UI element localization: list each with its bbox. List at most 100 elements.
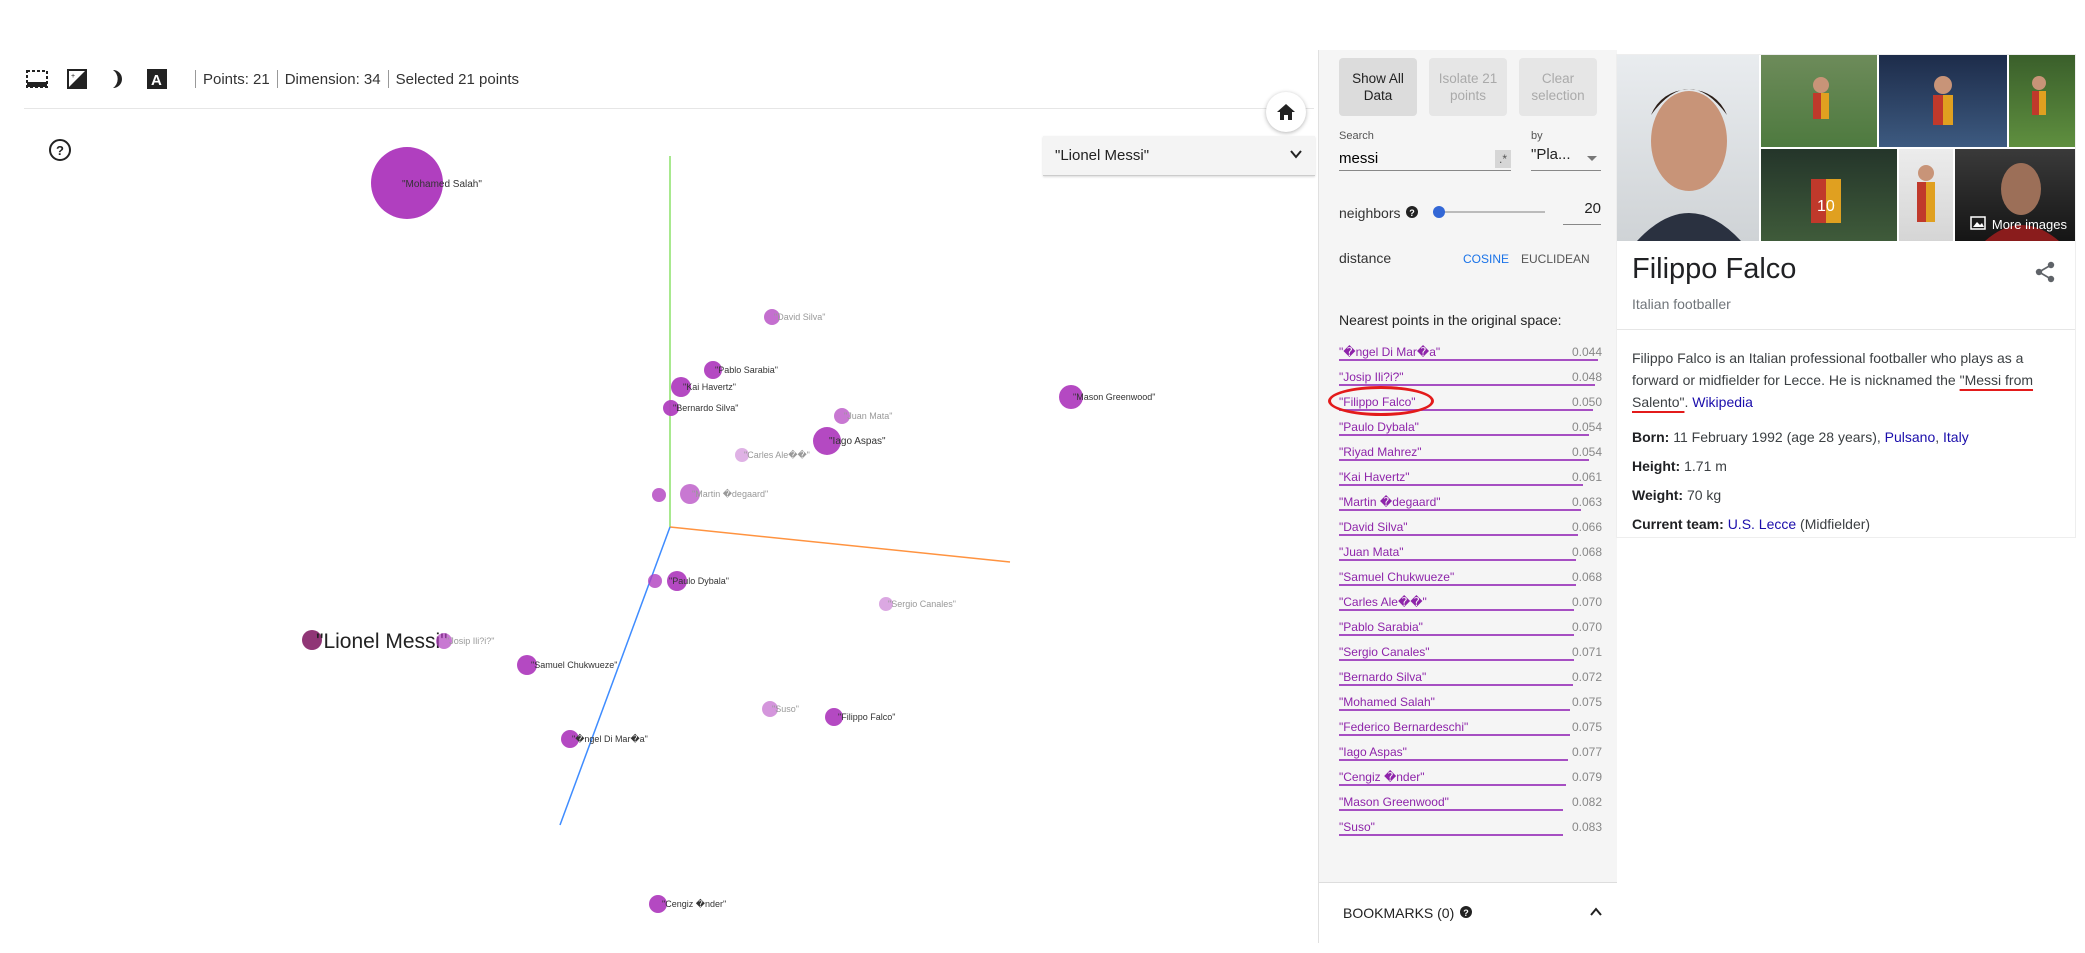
scene-point-group[interactable]: "Mohamed Salah" xyxy=(371,147,482,219)
neighbor-name[interactable]: "David Silva" xyxy=(1339,520,1408,534)
scene-point-group[interactable]: "Pablo Sarabia" xyxy=(704,361,778,379)
neighbor-row[interactable]: "Federico Bernardeschi" 0.075 xyxy=(1339,715,1602,740)
scene-point-group[interactable]: "Martin �degaard" xyxy=(680,484,768,504)
search-input[interactable] xyxy=(1339,146,1511,171)
team-link[interactable]: U.S. Lecce xyxy=(1728,516,1796,532)
neighbor-row[interactable]: "Mason Greenwood" 0.082 xyxy=(1339,790,1602,815)
image-icon xyxy=(1970,216,1986,233)
neighbor-name[interactable]: "Sergio Canales" xyxy=(1339,645,1430,659)
back-number-photo[interactable]: 10 xyxy=(1761,149,1897,241)
search-by-value: "Pla... xyxy=(1531,146,1571,163)
standing-photo[interactable] xyxy=(1899,149,1953,241)
more-images-link[interactable]: More images xyxy=(1970,216,2067,233)
regex-toggle-button[interactable]: .* xyxy=(1495,150,1511,168)
scene-point-label: "Samuel Chukwueze" xyxy=(531,660,617,670)
neighbor-name[interactable]: "Federico Bernardeschi" xyxy=(1339,720,1468,734)
help-icon[interactable]: ? xyxy=(1460,905,1473,921)
scene-point-group[interactable]: "Paulo Dybala" xyxy=(667,571,729,591)
chevron-up-icon[interactable] xyxy=(1589,905,1603,924)
scene-point-group[interactable]: "Carles Ale��" xyxy=(735,448,810,462)
scene-point-group[interactable]: "�ngel Di Mar�a" xyxy=(561,730,648,748)
clear-selection-button[interactable]: Clear selection xyxy=(1519,58,1597,116)
scene-point-group[interactable]: "Juan Mata" xyxy=(834,408,892,424)
scene-point-group[interactable]: "Iago Aspas" xyxy=(813,427,886,455)
neighbors-input[interactable]: 20 xyxy=(1563,200,1601,225)
reset-view-home-button[interactable] xyxy=(1266,92,1306,132)
slider-handle[interactable] xyxy=(1433,206,1445,218)
scene-point-group[interactable]: "Sergio Canales" xyxy=(879,597,956,611)
neighbor-row[interactable]: "Juan Mata" 0.068 xyxy=(1339,540,1602,565)
neighbor-row[interactable]: "Samuel Chukwueze" 0.068 xyxy=(1339,565,1602,590)
scene-point-group[interactable]: "Mason Greenwood" xyxy=(1059,385,1155,409)
projection-canvas[interactable]: "Mohamed Salah" "David Silva" "Pablo Sarab… xyxy=(0,110,1318,953)
neighbor-row[interactable]: "Carles Ale��" 0.070 xyxy=(1339,590,1602,615)
scene-point-label: "Mason Greenwood" xyxy=(1073,392,1155,402)
wikipedia-link[interactable]: Wikipedia xyxy=(1692,394,1753,410)
neighbor-name[interactable]: "Mohamed Salah" xyxy=(1339,695,1435,709)
neighbor-name[interactable]: "Paulo Dybala" xyxy=(1339,420,1419,434)
isolate-points-button[interactable]: Isolate 21 points xyxy=(1429,58,1507,116)
born-city-link[interactable]: Pulsano xyxy=(1885,429,1936,445)
scene-point-group[interactable]: "Josip Ili?i?" xyxy=(436,633,494,649)
neighbor-name[interactable]: "Samuel Chukwueze" xyxy=(1339,570,1454,584)
neighbor-row[interactable]: "Riyad Mahrez" 0.054 xyxy=(1339,440,1602,465)
action-photo[interactable] xyxy=(1761,55,1877,147)
neighbor-row[interactable]: "Bernardo Silva" 0.072 xyxy=(1339,665,1602,690)
labels-toggle-icon[interactable]: A xyxy=(144,66,170,92)
svg-text:?: ? xyxy=(1464,908,1470,918)
neighbor-name[interactable]: "Suso" xyxy=(1339,820,1375,834)
neighbor-row[interactable]: "�ngel Di Mar�a" 0.044 xyxy=(1339,340,1602,365)
cosine-option[interactable]: COSINE xyxy=(1463,252,1509,266)
running-photo[interactable] xyxy=(2009,55,2075,147)
scene-point-group[interactable]: "Suso" xyxy=(762,701,799,717)
neighbor-distance: 0.044 xyxy=(1571,345,1602,359)
neighbor-name[interactable]: "Josip Ili?i?" xyxy=(1339,370,1404,384)
celebration-photo[interactable] xyxy=(1879,55,2007,147)
scene-point[interactable] xyxy=(652,488,666,502)
neighbor-name[interactable]: "Iago Aspas" xyxy=(1339,745,1407,759)
neighbor-row[interactable]: "Kai Havertz" 0.061 xyxy=(1339,465,1602,490)
neighbor-row[interactable]: "Suso" 0.083 xyxy=(1339,815,1602,840)
neighbor-row[interactable]: "Mohamed Salah" 0.075 xyxy=(1339,690,1602,715)
neighbor-row[interactable]: "David Silva" 0.066 xyxy=(1339,515,1602,540)
scene-point-group[interactable]: "Samuel Chukwueze" xyxy=(517,655,617,675)
label-by-select[interactable]: "Lionel Messi" xyxy=(1043,136,1315,176)
moon-icon[interactable] xyxy=(104,66,130,92)
bookmarks-panel[interactable]: BOOKMARKS (0) ? xyxy=(1319,882,1617,944)
neighbor-row[interactable]: "Martin �degaard" 0.063 xyxy=(1339,490,1602,515)
neighbor-row[interactable]: "Sergio Canales" 0.071 xyxy=(1339,640,1602,665)
help-icon[interactable]: ? xyxy=(1405,205,1418,221)
neighbor-name[interactable]: "Bernardo Silva" xyxy=(1339,670,1426,684)
neighbor-row[interactable]: "Cengiz �nder" 0.079 xyxy=(1339,765,1602,790)
portrait-photo[interactable] xyxy=(1617,55,1759,241)
neighbor-name[interactable]: "Carles Ale��" xyxy=(1339,595,1427,609)
neighbor-name[interactable]: "Juan Mata" xyxy=(1339,545,1404,559)
scene-point-group[interactable]: "Bernardo Silva" xyxy=(663,400,738,416)
neighbor-row[interactable]: "Paulo Dybala" 0.054 xyxy=(1339,415,1602,440)
search-by-select[interactable]: "Pla... xyxy=(1531,146,1601,171)
select-rectangle-icon[interactable] xyxy=(24,66,50,92)
scene-point-group[interactable]: "Cengiz �nder" xyxy=(649,895,726,913)
scene-point-group[interactable]: "Kai Havertz" xyxy=(671,377,736,397)
euclidean-option[interactable]: EUCLIDEAN xyxy=(1521,252,1590,266)
born-country-link[interactable]: Italy xyxy=(1943,429,1969,445)
night-mode-contrast-icon[interactable]: + xyxy=(64,66,90,92)
neighbor-name[interactable]: "Cengiz �nder" xyxy=(1339,770,1425,784)
scene-point-group[interactable]: "David Silva" xyxy=(764,309,825,325)
share-icon[interactable] xyxy=(2035,261,2055,288)
neighbor-name[interactable]: "Riyad Mahrez" xyxy=(1339,445,1422,459)
neighbor-name[interactable]: "Mason Greenwood" xyxy=(1339,795,1449,809)
neighbor-row[interactable]: "Pablo Sarabia" 0.070 xyxy=(1339,615,1602,640)
neighbor-distance: 0.061 xyxy=(1571,470,1602,484)
scene-point[interactable] xyxy=(648,574,662,588)
more-images-tile[interactable]: More images xyxy=(1955,149,2075,241)
neighbor-name[interactable]: "�ngel Di Mar�a" xyxy=(1339,345,1440,359)
neighbor-name[interactable]: "Martin �degaard" xyxy=(1339,495,1441,509)
neighbor-name[interactable]: "Kai Havertz" xyxy=(1339,470,1410,484)
neighbors-slider[interactable] xyxy=(1433,206,1545,218)
show-all-data-button[interactable]: Show All Data xyxy=(1339,58,1417,116)
scene-point-group[interactable]: "Lionel Messi" xyxy=(302,630,448,653)
scene-point-group[interactable]: "Filippo Falco" xyxy=(825,708,895,726)
neighbor-name[interactable]: "Pablo Sarabia" xyxy=(1339,620,1423,634)
neighbor-row[interactable]: "Iago Aspas" 0.077 xyxy=(1339,740,1602,765)
